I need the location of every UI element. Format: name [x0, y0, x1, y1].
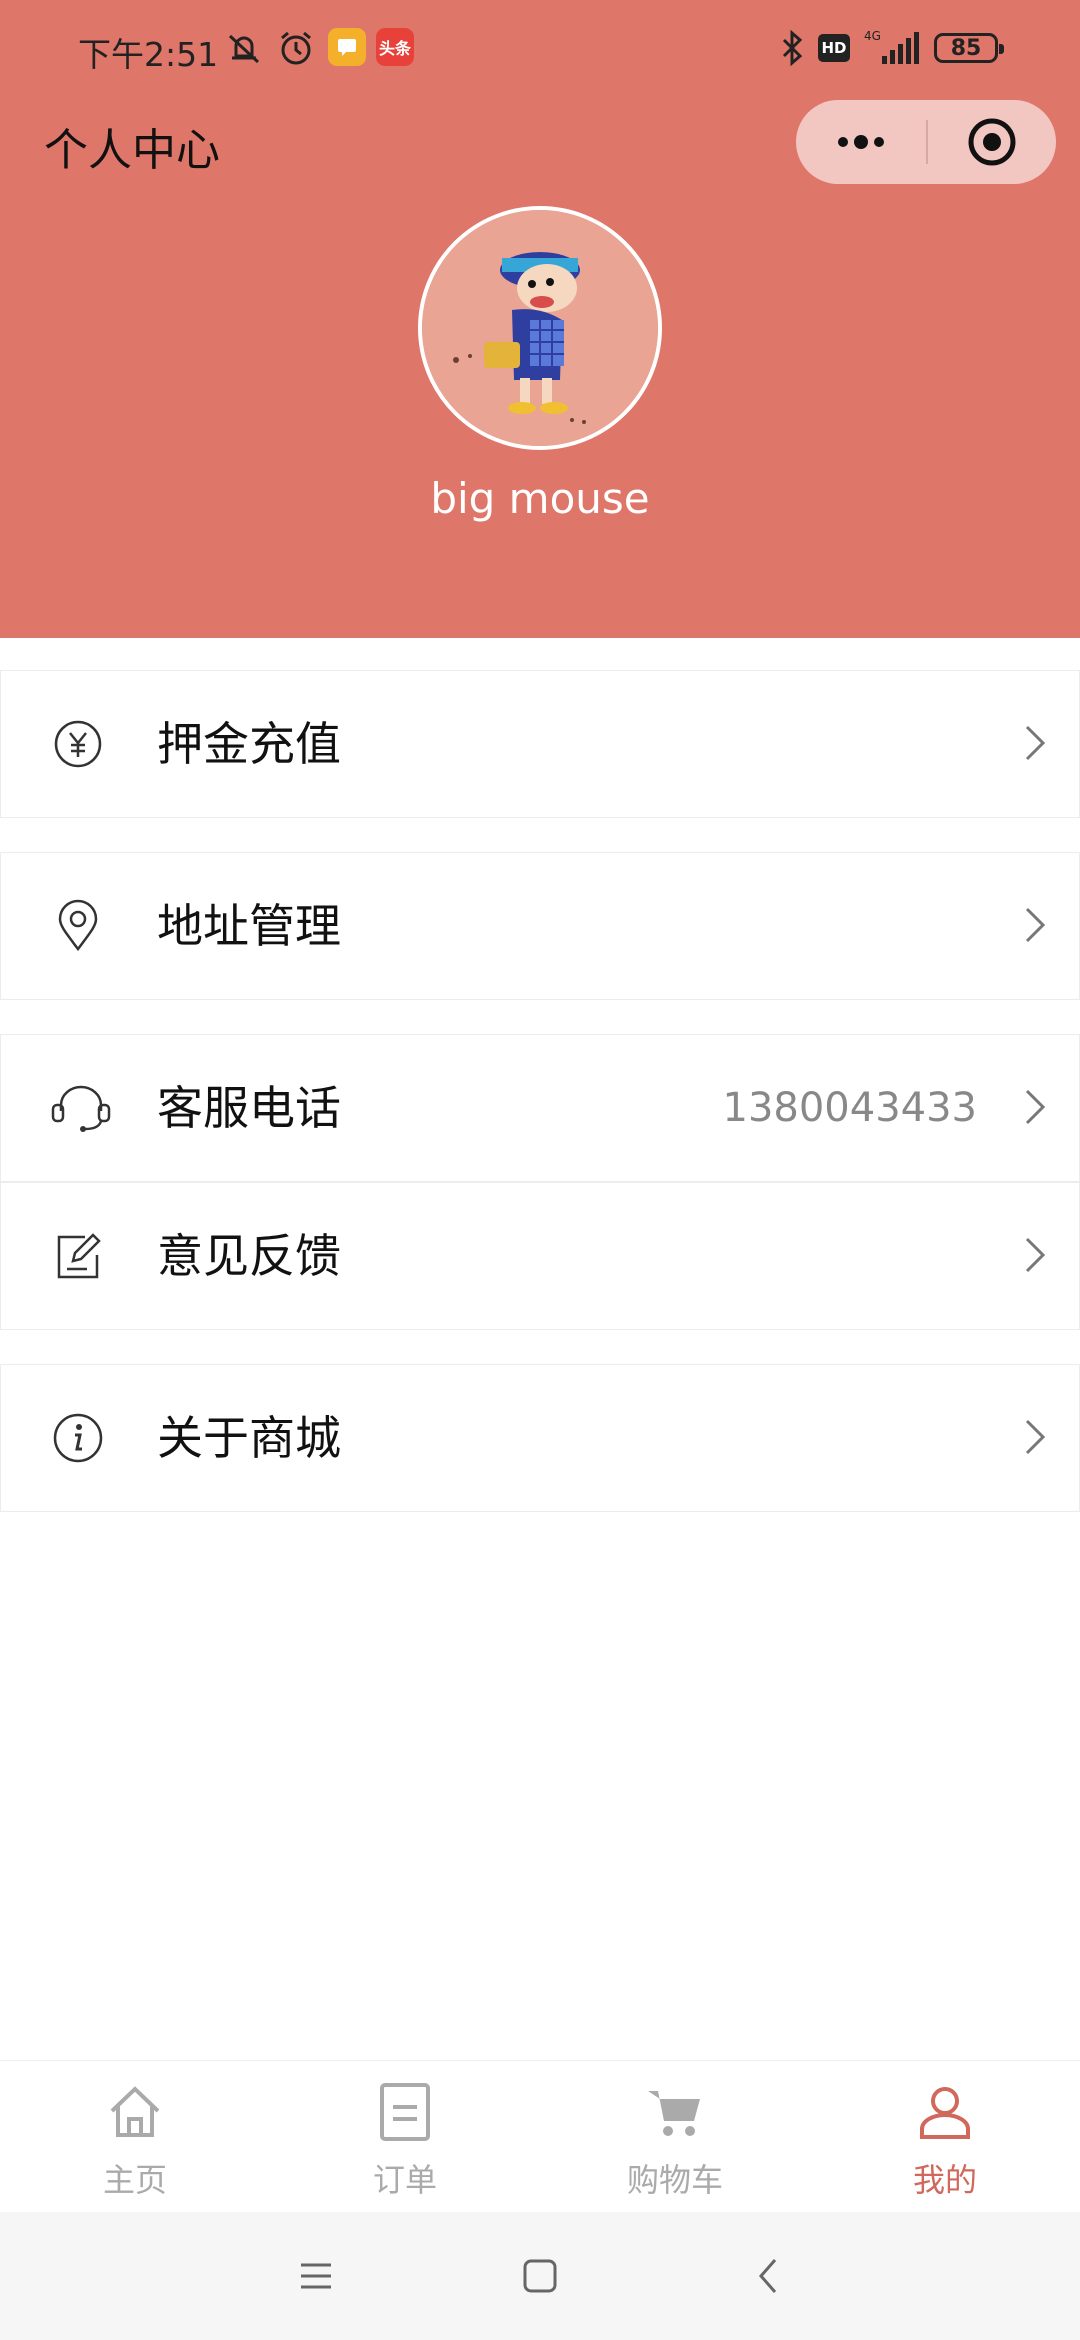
menu-label: 押金充值: [157, 717, 341, 771]
headset-icon: [51, 1085, 111, 1132]
user-icon: [920, 2087, 970, 2139]
profile-header: 下午2:51 头条 HD 4G 85 个人中心 big mouse: [0, 0, 1080, 638]
tab-label: 订单: [372, 2161, 437, 2199]
battery-indicator: 85: [934, 33, 1004, 63]
chevron-right-icon: [1025, 725, 1046, 761]
mute-bell-icon: [228, 34, 260, 64]
info-icon: [53, 1413, 103, 1463]
target-close-icon: [968, 118, 1016, 166]
menu-item-feedback[interactable]: 意见反馈: [0, 1182, 1080, 1330]
chevron-right-icon: [1025, 1419, 1046, 1455]
tab-mine[interactable]: 我的: [810, 2061, 1080, 2211]
signal-icon: 4G: [864, 29, 919, 64]
message-app-icon: [328, 28, 366, 66]
tab-label: 购物车: [626, 2161, 723, 2199]
tab-label: 主页: [102, 2161, 167, 2199]
username: big mouse: [430, 474, 650, 523]
avatar[interactable]: [418, 206, 662, 450]
tab-orders[interactable]: 订单: [270, 2061, 540, 2211]
menu-label: 地址管理: [157, 899, 341, 953]
avatar-cartoon-image: [422, 210, 658, 446]
back-button[interactable]: [738, 2246, 798, 2306]
yuan-coin-icon: [54, 720, 102, 768]
location-pin-icon: [58, 899, 98, 952]
status-bar: 下午2:51 头条 HD 4G 85: [0, 0, 1080, 96]
service-phone-number: 1380043433: [722, 1085, 978, 1131]
bottom-tab-bar: 主页 订单 购物车 我的: [0, 2060, 1080, 2211]
chevron-right-icon: [1025, 907, 1046, 943]
status-time: 下午2:51: [78, 35, 219, 74]
system-nav-bar: [0, 2212, 1080, 2340]
menu-icon: [301, 2263, 331, 2289]
edit-note-icon: [57, 1233, 101, 1279]
home-icon: [110, 2086, 160, 2137]
chevron-right-icon: [1025, 1237, 1046, 1273]
more-button[interactable]: [796, 100, 926, 184]
recent-apps-button[interactable]: [286, 2246, 346, 2306]
chevron-right-icon: [1025, 1089, 1046, 1125]
close-button[interactable]: [928, 100, 1056, 184]
menu-item-service-phone[interactable]: 客服电话 1380043433: [0, 1034, 1080, 1182]
alarm-icon: [281, 31, 311, 65]
menu-item-address[interactable]: 地址管理: [0, 852, 1080, 1000]
svg-text:4G: 4G: [864, 29, 881, 43]
bluetooth-icon: [782, 29, 803, 67]
more-dots-icon: [838, 135, 884, 149]
home-button[interactable]: [510, 2246, 570, 2306]
menu-label: 关于商城: [157, 1411, 341, 1465]
hd-icon: HD: [818, 34, 850, 62]
back-icon: [759, 2259, 777, 2293]
news-app-icon: 头条: [376, 28, 414, 66]
mini-program-capsule: [796, 100, 1056, 184]
menu-item-deposit[interactable]: 押金充值: [0, 670, 1080, 818]
menu-label: 意见反馈: [157, 1229, 341, 1283]
menu-item-about[interactable]: 关于商城: [0, 1364, 1080, 1512]
home-square-icon: [523, 2259, 557, 2293]
tab-home[interactable]: 主页: [0, 2061, 270, 2211]
cart-icon: [648, 2091, 700, 2136]
tab-cart[interactable]: 购物车: [540, 2061, 810, 2211]
order-icon: [380, 2083, 430, 2141]
menu-label: 客服电话: [157, 1081, 341, 1135]
tab-label: 我的: [912, 2161, 977, 2199]
page-title: 个人中心: [44, 125, 220, 176]
